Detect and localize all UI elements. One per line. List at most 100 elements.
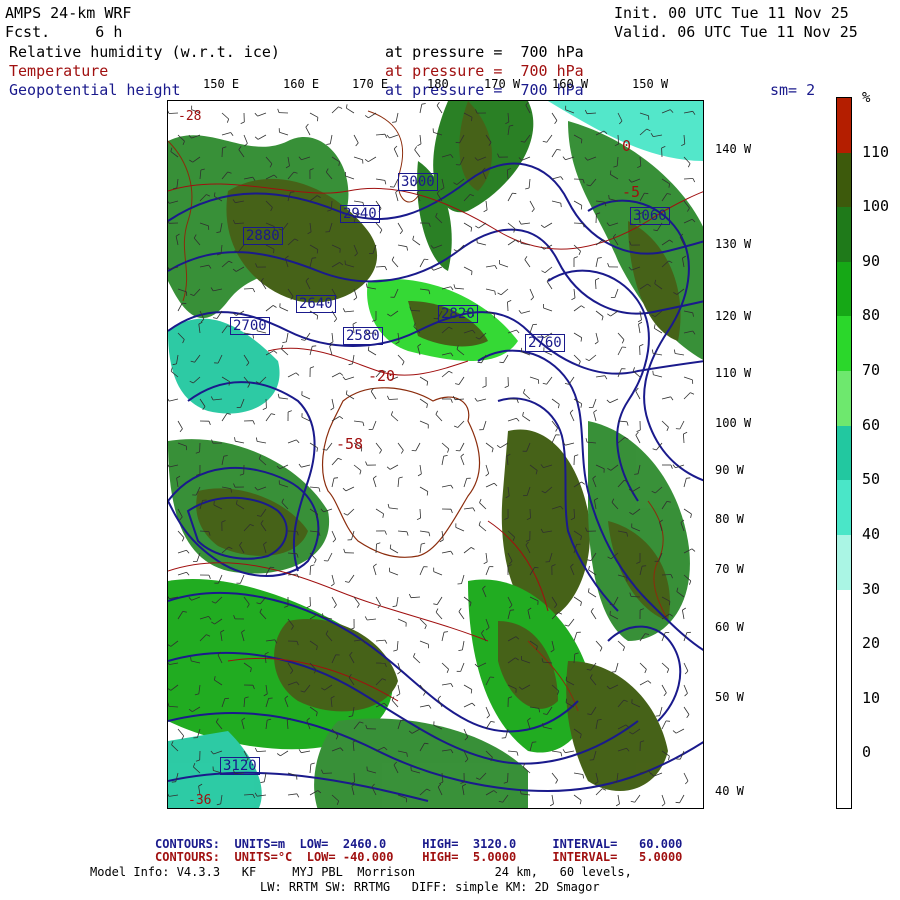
init-time: Init. 00 UTC Tue 11 Nov 25 bbox=[614, 4, 849, 22]
colorbar-segment bbox=[837, 261, 851, 317]
wind-barb-flag bbox=[317, 117, 319, 122]
lon-label: 150 W bbox=[632, 77, 669, 91]
colorbar-tick-label: 50 bbox=[862, 470, 881, 489]
wind-barb-flag bbox=[652, 370, 654, 375]
height-label: 2580 bbox=[343, 327, 383, 345]
wind-barb-flag bbox=[542, 722, 544, 728]
wind-barb-flag bbox=[581, 139, 583, 144]
lat-label: 40 W bbox=[715, 784, 744, 798]
height-label: 2880 bbox=[243, 227, 283, 245]
field-height-name: Geopotential height bbox=[9, 81, 181, 99]
lon-label: 170 W bbox=[484, 77, 521, 91]
map-panel[interactable]: 3000 2940 2880 2820 2760 2700 2640 2580 … bbox=[167, 100, 704, 809]
wind-barb-flag bbox=[312, 257, 317, 259]
colorbar-tick-label: 110 bbox=[862, 142, 890, 161]
wind-barb bbox=[243, 288, 254, 290]
wind-barb-flag bbox=[580, 205, 583, 210]
field-rh-level: at pressure = 700 hPa bbox=[385, 43, 584, 61]
temperature-label: -5 bbox=[622, 183, 641, 201]
colorbar-segment bbox=[837, 371, 851, 426]
wind-barb bbox=[507, 301, 509, 312]
colorbar-segment bbox=[837, 207, 851, 262]
footer-model-info-2: LW: RRTM SW: RRTMG DIFF: simple KM: 2D S… bbox=[260, 880, 600, 894]
wind-barb-flag bbox=[476, 238, 478, 243]
wind-barb-flag bbox=[424, 258, 429, 260]
wind-barb bbox=[661, 574, 672, 576]
colorbar-tick-label: 80 bbox=[862, 306, 881, 325]
wind-barb-flag bbox=[273, 249, 275, 254]
valid-time: Valid. 06 UTC Tue 11 Nov 25 bbox=[614, 23, 858, 41]
wind-barb bbox=[221, 147, 223, 158]
colorbar-segment bbox=[837, 753, 851, 808]
height-label: 2820 bbox=[438, 305, 478, 323]
wind-barb bbox=[388, 398, 399, 400]
wind-barb-flag bbox=[642, 565, 647, 567]
wind-barb bbox=[529, 508, 531, 519]
colorbar-tick-label: 70 bbox=[862, 361, 881, 380]
colorbar-segment bbox=[837, 534, 851, 590]
wind-barb bbox=[375, 543, 377, 554]
temperature-label: -58 bbox=[336, 435, 364, 453]
lat-label: 50 W bbox=[715, 690, 744, 704]
height-label: 2640 bbox=[296, 295, 336, 313]
height-label: 3060 bbox=[630, 207, 670, 225]
colorbar-tick-label: 20 bbox=[862, 634, 881, 653]
colorbar-unit: % bbox=[862, 90, 871, 106]
wind-barb-flag bbox=[669, 601, 671, 606]
colorbar-segment bbox=[837, 698, 851, 754]
colorbar-segment bbox=[837, 98, 851, 153]
wind-barb bbox=[683, 178, 694, 180]
wind-barb-flag bbox=[411, 450, 416, 452]
wind-barb-flag bbox=[675, 801, 680, 804]
temperature-label: -20 bbox=[368, 367, 396, 385]
lat-label: 60 W bbox=[715, 620, 744, 634]
lat-label: 100 W bbox=[715, 416, 752, 430]
temperature-label: -36 bbox=[188, 793, 212, 808]
lat-label: 70 W bbox=[715, 562, 744, 576]
wind-barb-flag bbox=[171, 781, 176, 783]
colorbar-segment bbox=[837, 589, 851, 645]
colorbar-tick-label: 100 bbox=[862, 197, 890, 216]
lat-label: 110 W bbox=[715, 366, 752, 380]
wind-barb-flag bbox=[608, 194, 610, 199]
lat-label: 140 W bbox=[715, 142, 752, 156]
colorbar-segment bbox=[837, 152, 851, 208]
wind-barb-flag bbox=[510, 609, 515, 611]
colorbar-tick-label: 40 bbox=[862, 524, 881, 543]
lon-label: 170 E bbox=[352, 77, 389, 91]
wind-barb-flag bbox=[270, 566, 275, 568]
wind-barb-flag bbox=[686, 477, 691, 479]
colorbar-segment bbox=[837, 480, 851, 535]
lon-label: 150 E bbox=[203, 77, 240, 91]
lat-label: 120 W bbox=[715, 309, 752, 323]
height-label: 3000 bbox=[398, 173, 438, 191]
wind-barb-flag bbox=[565, 676, 567, 681]
footer-model-info: Model Info: V4.3.3 KF MYJ PBL Morrison 2… bbox=[90, 865, 632, 879]
temperature-label: 0 bbox=[622, 137, 632, 155]
colorbar-segment bbox=[837, 316, 851, 372]
colorbar-tick-label: 60 bbox=[862, 415, 881, 434]
lat-label: 80 W bbox=[715, 512, 744, 526]
lat-label: 130 W bbox=[715, 237, 752, 251]
colorbar bbox=[836, 97, 852, 809]
colorbar-tick-label: 10 bbox=[862, 688, 881, 707]
wind-barb-flag bbox=[471, 117, 473, 122]
product-title: AMPS 24-km WRF bbox=[5, 4, 132, 22]
wind-barb bbox=[353, 772, 355, 783]
wind-barb bbox=[573, 222, 584, 224]
wind-barb-flag bbox=[565, 698, 567, 703]
height-label: 2760 bbox=[525, 334, 565, 352]
colorbar-tick-label: 90 bbox=[862, 251, 881, 270]
colorbar-tick-label: 30 bbox=[862, 579, 881, 598]
colorbar-segment bbox=[837, 644, 851, 699]
lon-label: 180 bbox=[427, 77, 449, 91]
wind-barb-flag bbox=[333, 477, 339, 479]
colorbar-segment bbox=[837, 425, 851, 481]
wind-barb-flag bbox=[560, 203, 562, 208]
colorbar-tick-label: 0 bbox=[862, 743, 872, 762]
field-temp-name: Temperature bbox=[9, 62, 109, 80]
temperature-label: -28 bbox=[178, 109, 202, 124]
height-label: 3120 bbox=[220, 757, 260, 775]
height-label: 2940 bbox=[340, 205, 380, 223]
wind-barb-flag bbox=[312, 345, 317, 347]
